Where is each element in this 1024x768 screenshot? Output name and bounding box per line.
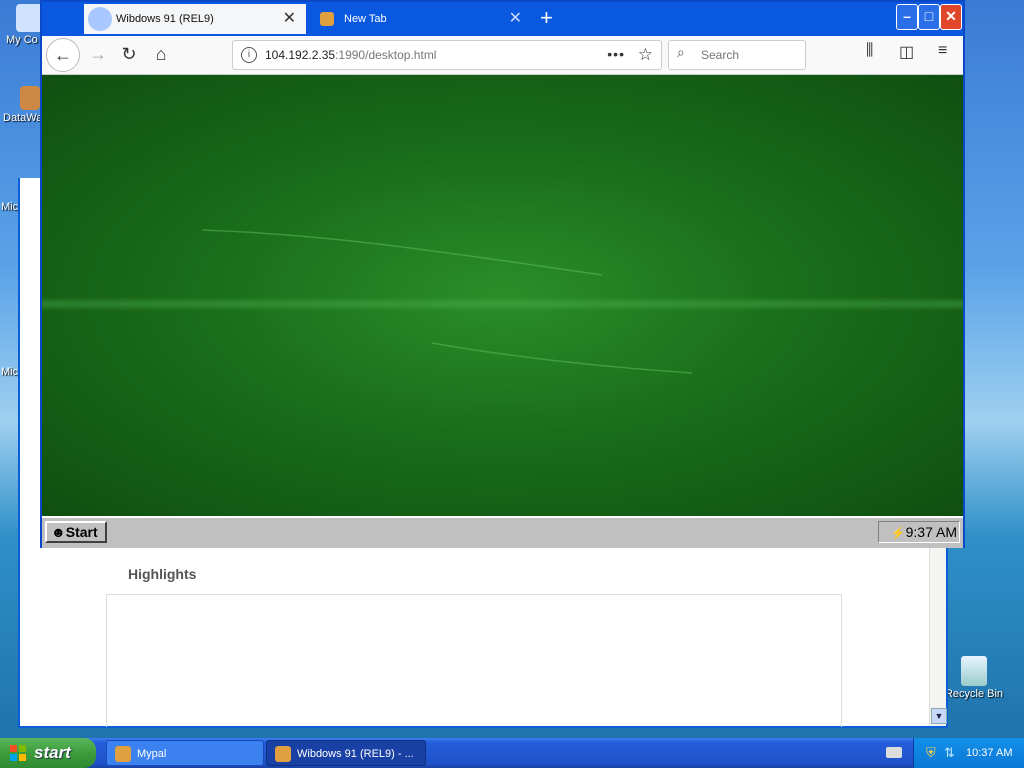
system-tray: ⛨ ⇅ 10:37 AM: [913, 738, 1024, 768]
desktop-icon-label: Recycle Bin: [944, 688, 1004, 700]
search-box[interactable]: ⌕: [668, 40, 806, 70]
emulated-clock-text: 9:37 AM: [905, 524, 957, 540]
speaker-icon: ⚡: [890, 526, 906, 540]
taskbar-item-label: Mypal: [137, 748, 167, 760]
home-button[interactable]: ⌂: [147, 40, 175, 68]
address-bar[interactable]: i 104.192.2.35:1990/desktop.html ••• ☆: [232, 40, 662, 70]
database-icon: [20, 86, 40, 110]
url-host: 104.192.2.35: [265, 48, 336, 62]
search-icon: ⌕: [677, 44, 685, 60]
url-path: :1990/desktop.html: [335, 48, 437, 62]
emulated-clock: ⚡9:37 AM: [878, 521, 960, 543]
address-text[interactable]: 104.192.2.35:1990/desktop.html: [265, 41, 436, 69]
tab-favicon-icon: [88, 7, 112, 31]
reload-button[interactable]: ↻: [115, 40, 143, 68]
emulated-taskbar: ☻Start ⚡9:37 AM: [42, 516, 963, 548]
taskbar-item-label: Wibdows 91 (REL9) - ...: [297, 748, 414, 760]
network-icon[interactable]: ⇅: [944, 738, 955, 768]
highlights-heading: Highlights: [128, 566, 197, 582]
tab-label: Wibdows 91 (REL9): [116, 13, 214, 25]
sidebar-toggle-icon[interactable]: ◫: [899, 42, 914, 62]
close-window-button[interactable]: ✕: [940, 4, 962, 30]
maximize-button[interactable]: □: [918, 4, 940, 30]
search-input[interactable]: [699, 45, 799, 65]
tab-wibdows-91[interactable]: Wibdows 91 (REL9) ✕: [84, 4, 306, 34]
emulated-start-button[interactable]: ☻Start: [45, 521, 107, 543]
wallpaper-curves: [201, 229, 693, 374]
new-tab-plus-icon[interactable]: +: [540, 7, 553, 29]
security-shield-icon[interactable]: ⛨: [926, 738, 936, 768]
back-button[interactable]: ←: [46, 38, 80, 72]
browser-window: Wibdows 91 (REL9) ✕ New Tab ✕ + – □ ✕ ← …: [40, 0, 965, 548]
scroll-down-icon[interactable]: ▼: [931, 708, 947, 724]
tab-label: New Tab: [344, 13, 387, 25]
close-tab-icon[interactable]: ✕: [509, 4, 522, 34]
start-label: start: [34, 743, 71, 762]
tab-favicon-icon: [320, 12, 334, 26]
nav-toolbar: ← → ↻ ⌂ i 104.192.2.35:1990/desktop.html…: [42, 36, 963, 75]
recycle-bin-icon: [961, 656, 987, 686]
site-info-icon[interactable]: i: [241, 47, 257, 63]
keyboard-icon[interactable]: [886, 747, 902, 758]
page-content[interactable]: [42, 75, 963, 516]
tab-new-tab[interactable]: New Tab ✕: [312, 4, 532, 34]
tab-strip: Wibdows 91 (REL9) ✕ New Tab ✕ + – □ ✕: [42, 2, 963, 36]
highlights-panel: [106, 594, 842, 727]
minimize-button[interactable]: –: [896, 4, 918, 30]
windows-logo-icon: [10, 745, 26, 761]
emulated-start-icon: ☻: [51, 524, 66, 540]
taskbar-item-mypal[interactable]: Mypal: [106, 740, 264, 766]
page-actions-icon[interactable]: •••: [607, 41, 625, 67]
library-icon[interactable]: ⫼: [866, 42, 873, 60]
taskbar-item-wibdows[interactable]: Wibdows 91 (REL9) - ...: [266, 740, 426, 766]
desktop-icon-recycle-bin[interactable]: Recycle Bin: [944, 656, 1004, 700]
bookmark-star-icon[interactable]: ☆: [638, 41, 653, 69]
forward-button[interactable]: →: [84, 40, 112, 68]
start-button[interactable]: start: [0, 738, 96, 768]
clock-text: 10:37 AM: [966, 747, 1013, 759]
mypal-icon: [115, 746, 131, 762]
mypal-icon: [275, 746, 291, 762]
emulated-start-label: Start: [65, 524, 98, 540]
menu-hamburger-icon[interactable]: ≡: [938, 42, 947, 60]
system-taskbar: start Mypal Wibdows 91 (REL9) - ... ⛨ ⇅ …: [0, 738, 1024, 768]
close-tab-icon[interactable]: ✕: [283, 4, 296, 34]
